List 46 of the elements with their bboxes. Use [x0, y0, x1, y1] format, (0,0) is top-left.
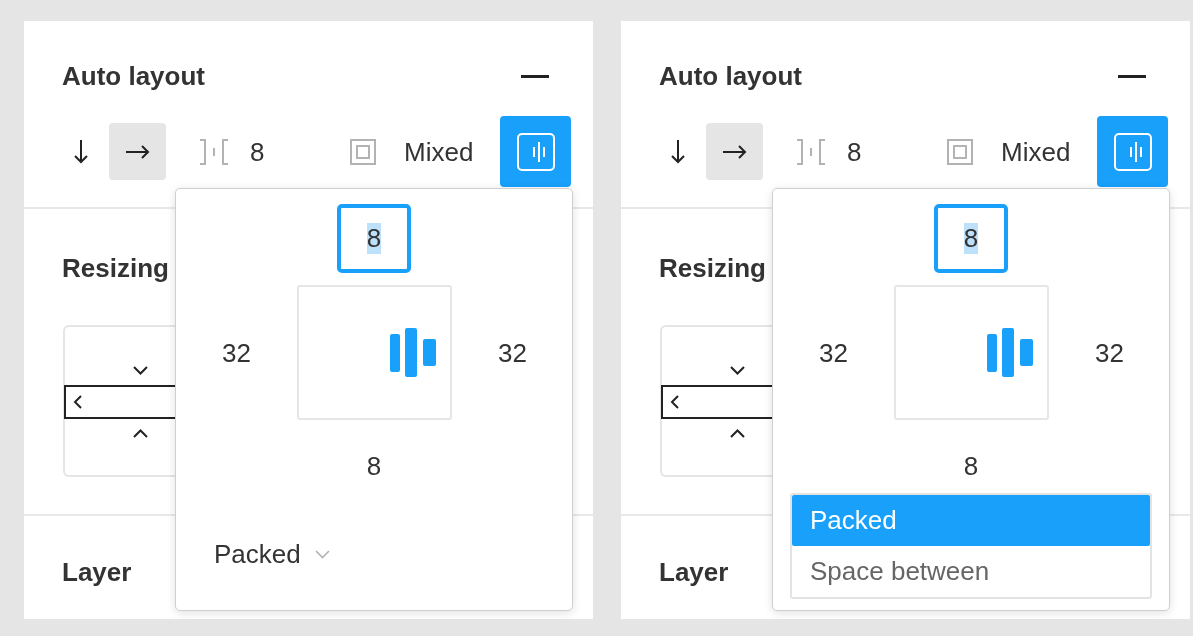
spacing-icon [198, 138, 230, 165]
arrow-right-icon [125, 144, 150, 159]
chevron-down-icon [730, 366, 745, 375]
section-title: Resizing [62, 253, 169, 283]
arrow-down-icon [670, 139, 685, 164]
padding-field[interactable]: Mixed [404, 134, 476, 169]
section-title: Resizing [659, 253, 766, 283]
section-title: Layer [659, 557, 729, 587]
padding-field[interactable]: 32 [498, 337, 527, 368]
distribution-dropdown[interactable]: Packed [214, 537, 330, 571]
alignment-icon [516, 132, 555, 171]
section-title: Auto layout [62, 61, 205, 91]
chevron-left-icon [73, 395, 82, 409]
remove-button[interactable] [1118, 74, 1146, 78]
padding-field[interactable]: 8 [337, 204, 411, 273]
padding-icon [947, 138, 973, 165]
alignment-icon [1113, 132, 1152, 171]
padding-field[interactable]: 32 [1095, 337, 1124, 368]
remove-button[interactable] [521, 74, 549, 78]
chevron-up-icon [730, 429, 745, 438]
minus-icon [1118, 74, 1146, 78]
minus-icon [521, 74, 549, 78]
padding-field[interactable]: 32 [222, 337, 251, 368]
alignment-button[interactable] [1097, 116, 1168, 187]
chevron-left-icon [670, 395, 679, 409]
padding-field[interactable]: 8 [366, 451, 382, 481]
padding-field[interactable]: 8 [934, 204, 1008, 273]
chevron-up-icon [133, 429, 148, 438]
padding-field[interactable]: 32 [819, 337, 848, 368]
direction-button[interactable] [109, 123, 166, 180]
alignment-button[interactable] [500, 116, 571, 187]
chevron-down-icon [314, 549, 330, 559]
spacing-field[interactable]: 8 [250, 134, 310, 169]
section-title: Layer [62, 557, 132, 587]
padding-field[interactable]: 8 [963, 451, 979, 481]
spacing-field[interactable]: 8 [847, 134, 907, 169]
bars-icon [390, 328, 436, 377]
direction-button[interactable] [706, 123, 763, 180]
spacing-icon [795, 138, 827, 165]
arrow-right-icon [722, 144, 747, 159]
arrow-down-icon [73, 139, 88, 164]
chevron-down-icon [133, 366, 148, 375]
padding-icon [350, 138, 376, 165]
padding-field[interactable]: Mixed [1001, 134, 1073, 169]
bars-icon [987, 328, 1033, 377]
section-title: Auto layout [659, 61, 802, 91]
